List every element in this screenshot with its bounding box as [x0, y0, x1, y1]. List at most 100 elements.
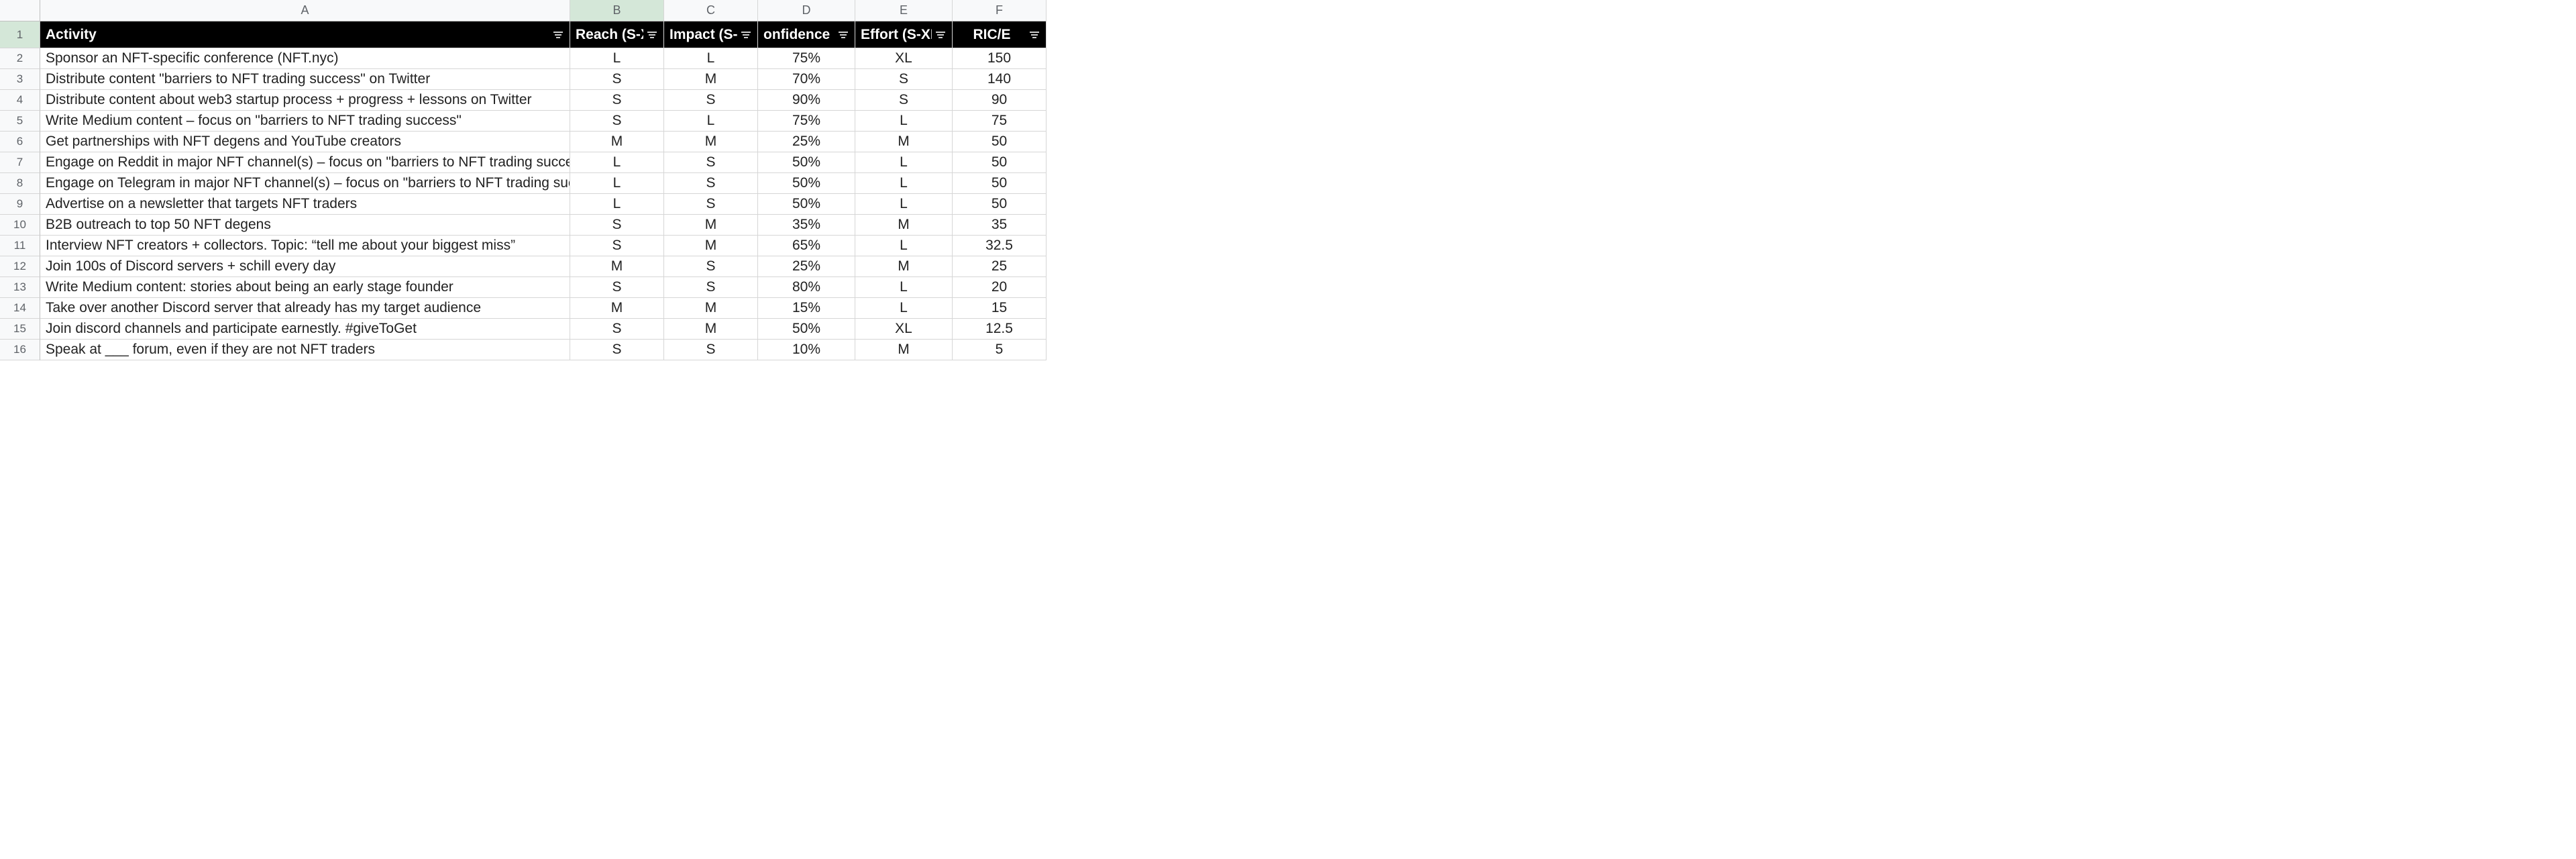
row-header-16[interactable]: 16 — [0, 340, 40, 360]
rice-cell[interactable]: 140 — [953, 69, 1046, 90]
rice-cell[interactable]: 90 — [953, 90, 1046, 111]
effort-cell[interactable]: L — [855, 173, 953, 194]
header-cell-F[interactable]: RIC/E — [953, 21, 1046, 48]
reach-cell[interactable]: S — [570, 111, 664, 132]
impact-cell[interactable]: S — [664, 277, 758, 298]
confidence-cell[interactable]: 90% — [758, 90, 855, 111]
confidence-cell[interactable]: 50% — [758, 194, 855, 215]
header-cell-B[interactable]: Reach (S-XL) — [570, 21, 664, 48]
reach-cell[interactable]: L — [570, 152, 664, 173]
filter-icon[interactable] — [837, 32, 849, 38]
column-header-A[interactable]: A — [40, 0, 570, 21]
row-header-15[interactable]: 15 — [0, 319, 40, 340]
activity-cell[interactable]: Join discord channels and participate ea… — [40, 319, 570, 340]
activity-cell[interactable]: Write Medium content: stories about bein… — [40, 277, 570, 298]
row-header-9[interactable]: 9 — [0, 194, 40, 215]
filter-icon[interactable] — [646, 32, 658, 38]
effort-cell[interactable]: M — [855, 215, 953, 236]
select-all-corner[interactable] — [0, 0, 40, 21]
effort-cell[interactable]: S — [855, 69, 953, 90]
impact-cell[interactable]: S — [664, 173, 758, 194]
rice-cell[interactable]: 15 — [953, 298, 1046, 319]
rice-cell[interactable]: 50 — [953, 173, 1046, 194]
effort-cell[interactable]: M — [855, 340, 953, 360]
effort-cell[interactable]: M — [855, 256, 953, 277]
impact-cell[interactable]: M — [664, 236, 758, 256]
confidence-cell[interactable]: 15% — [758, 298, 855, 319]
rice-cell[interactable]: 50 — [953, 132, 1046, 152]
activity-cell[interactable]: Distribute content "barriers to NFT trad… — [40, 69, 570, 90]
effort-cell[interactable]: L — [855, 194, 953, 215]
rice-cell[interactable]: 35 — [953, 215, 1046, 236]
effort-cell[interactable]: XL — [855, 48, 953, 69]
effort-cell[interactable]: M — [855, 132, 953, 152]
row-header-14[interactable]: 14 — [0, 298, 40, 319]
confidence-cell[interactable]: 25% — [758, 132, 855, 152]
row-header-12[interactable]: 12 — [0, 256, 40, 277]
filter-icon[interactable] — [552, 32, 564, 38]
impact-cell[interactable]: S — [664, 256, 758, 277]
impact-cell[interactable]: L — [664, 111, 758, 132]
confidence-cell[interactable]: 25% — [758, 256, 855, 277]
confidence-cell[interactable]: 10% — [758, 340, 855, 360]
impact-cell[interactable]: M — [664, 132, 758, 152]
rice-cell[interactable]: 50 — [953, 194, 1046, 215]
row-header-4[interactable]: 4 — [0, 90, 40, 111]
rice-cell[interactable]: 50 — [953, 152, 1046, 173]
confidence-cell[interactable]: 50% — [758, 173, 855, 194]
reach-cell[interactable]: S — [570, 340, 664, 360]
filter-icon[interactable] — [934, 32, 947, 38]
activity-cell[interactable]: Sponsor an NFT-specific conference (NFT.… — [40, 48, 570, 69]
activity-cell[interactable]: Speak at ___ forum, even if they are not… — [40, 340, 570, 360]
rice-cell[interactable]: 25 — [953, 256, 1046, 277]
rice-cell[interactable]: 5 — [953, 340, 1046, 360]
confidence-cell[interactable]: 80% — [758, 277, 855, 298]
column-header-D[interactable]: D — [758, 0, 855, 21]
activity-cell[interactable]: Engage on Telegram in major NFT channel(… — [40, 173, 570, 194]
reach-cell[interactable]: S — [570, 277, 664, 298]
activity-cell[interactable]: Take over another Discord server that al… — [40, 298, 570, 319]
rice-cell[interactable]: 32.5 — [953, 236, 1046, 256]
reach-cell[interactable]: S — [570, 215, 664, 236]
reach-cell[interactable]: S — [570, 236, 664, 256]
reach-cell[interactable]: M — [570, 132, 664, 152]
activity-cell[interactable]: Join 100s of Discord servers + schill ev… — [40, 256, 570, 277]
row-header-10[interactable]: 10 — [0, 215, 40, 236]
activity-cell[interactable]: B2B outreach to top 50 NFT degens — [40, 215, 570, 236]
impact-cell[interactable]: S — [664, 90, 758, 111]
row-header-1[interactable]: 1 — [0, 21, 40, 48]
rice-cell[interactable]: 150 — [953, 48, 1046, 69]
row-header-5[interactable]: 5 — [0, 111, 40, 132]
confidence-cell[interactable]: 65% — [758, 236, 855, 256]
row-header-7[interactable]: 7 — [0, 152, 40, 173]
confidence-cell[interactable]: 50% — [758, 152, 855, 173]
header-cell-E[interactable]: Effort (S-XL) — [855, 21, 953, 48]
activity-cell[interactable]: Advertise on a newsletter that targets N… — [40, 194, 570, 215]
reach-cell[interactable]: M — [570, 298, 664, 319]
header-cell-D[interactable]: onfidence (%) — [758, 21, 855, 48]
impact-cell[interactable]: S — [664, 340, 758, 360]
activity-cell[interactable]: Engage on Reddit in major NFT channel(s)… — [40, 152, 570, 173]
header-cell-A[interactable]: Activity — [40, 21, 570, 48]
column-header-B[interactable]: B — [570, 0, 664, 21]
effort-cell[interactable]: L — [855, 236, 953, 256]
row-header-11[interactable]: 11 — [0, 236, 40, 256]
confidence-cell[interactable]: 70% — [758, 69, 855, 90]
effort-cell[interactable]: L — [855, 152, 953, 173]
column-header-C[interactable]: C — [664, 0, 758, 21]
reach-cell[interactable]: L — [570, 48, 664, 69]
rice-cell[interactable]: 20 — [953, 277, 1046, 298]
impact-cell[interactable]: L — [664, 48, 758, 69]
reach-cell[interactable]: L — [570, 194, 664, 215]
reach-cell[interactable]: S — [570, 69, 664, 90]
filter-icon[interactable] — [740, 32, 752, 38]
row-header-8[interactable]: 8 — [0, 173, 40, 194]
effort-cell[interactable]: XL — [855, 319, 953, 340]
row-header-3[interactable]: 3 — [0, 69, 40, 90]
reach-cell[interactable]: S — [570, 90, 664, 111]
reach-cell[interactable]: S — [570, 319, 664, 340]
effort-cell[interactable]: L — [855, 277, 953, 298]
impact-cell[interactable]: S — [664, 194, 758, 215]
impact-cell[interactable]: S — [664, 152, 758, 173]
activity-cell[interactable]: Write Medium content – focus on "barrier… — [40, 111, 570, 132]
